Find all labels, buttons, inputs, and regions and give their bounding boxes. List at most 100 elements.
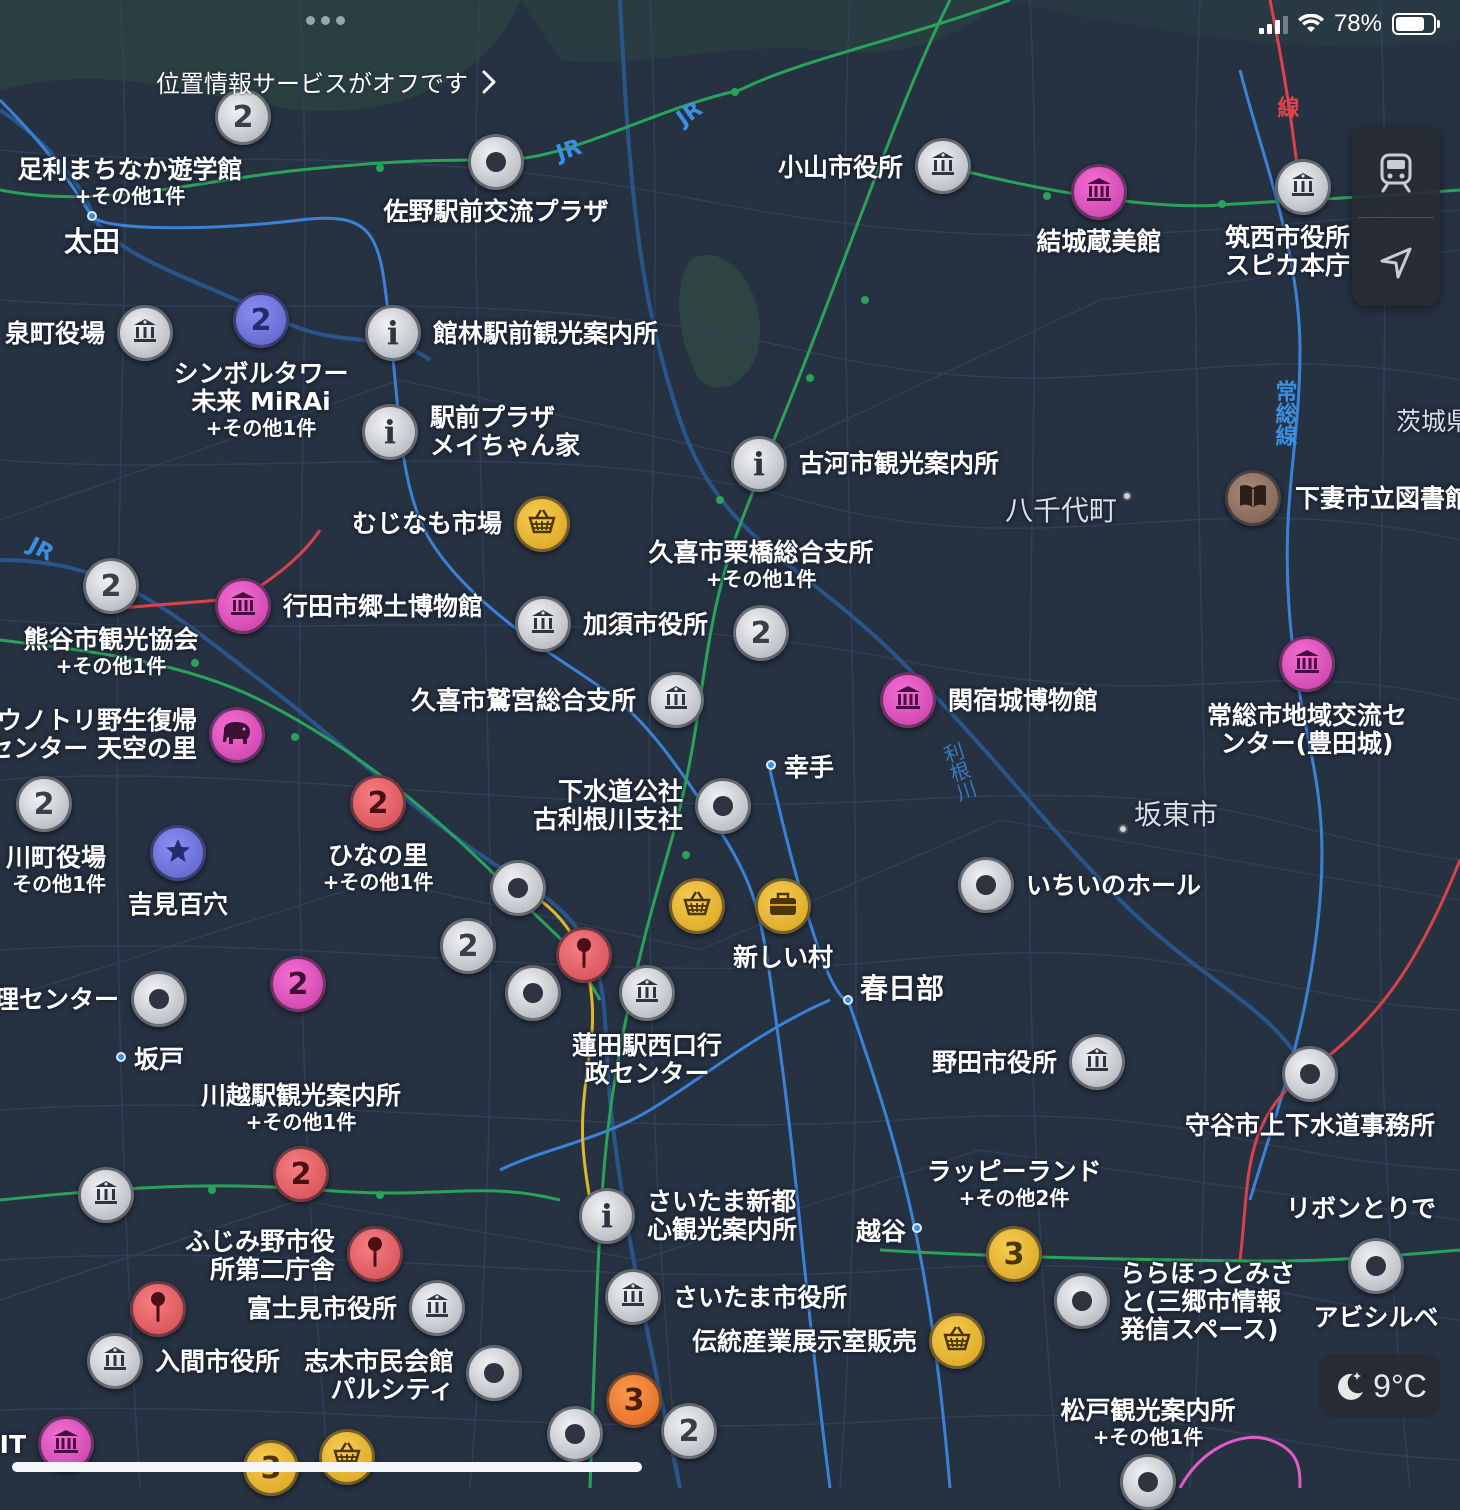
poi-label[interactable]: 久喜市栗橋総合支所 +その他1件 (648, 539, 873, 592)
poi-cluster[interactable]: 2 (83, 558, 139, 614)
poi-marker[interactable] (87, 1333, 143, 1389)
poi-label[interactable]: 行田市郷土博物館 (283, 593, 483, 621)
poi-label[interactable]: 熊谷市観光協会 +その他1件 (23, 626, 198, 679)
poi-marker[interactable] (1275, 159, 1331, 215)
poi-label[interactable]: ひなの里 +その他1件 (323, 842, 434, 895)
multitask-dots[interactable] (306, 16, 345, 25)
poi-label[interactable]: 加須市役所 (583, 611, 708, 639)
poi-cluster[interactable]: 3 (986, 1226, 1042, 1282)
poi-label[interactable]: 常総市地域交流セ ンター(豊田城) (1207, 702, 1407, 758)
poi-label[interactable]: IT (0, 1431, 26, 1459)
poi-label[interactable]: さいたま新都 心観光案内所 (647, 1188, 797, 1244)
poi-label[interactable]: 新しい村 (733, 944, 833, 972)
poi-marker[interactable] (695, 778, 751, 834)
poi-label[interactable]: 吉見百穴 (128, 891, 228, 919)
poi-label[interactable]: 川町役場 その他1件 (6, 844, 106, 897)
poi-cluster[interactable]: 2 (233, 292, 289, 348)
poi-label[interactable]: シンボルタワー 未来 MiRAi +その他1件 (173, 360, 348, 441)
poi-marker[interactable] (929, 1313, 985, 1369)
poi-marker[interactable] (468, 134, 524, 190)
poi-marker[interactable] (130, 1281, 186, 1337)
transit-mode-button[interactable] (1352, 128, 1440, 217)
poi-marker[interactable] (409, 1280, 465, 1336)
poi-marker[interactable] (915, 138, 971, 194)
poi-label[interactable]: 志木市民会館 パルシティ (304, 1348, 454, 1404)
poi-label[interactable]: 野田市役所 (932, 1049, 1057, 1077)
poi-marker[interactable] (215, 578, 271, 634)
poi-marker[interactable] (669, 878, 725, 934)
weather-widget[interactable]: 9°C (1318, 1354, 1440, 1418)
location-services-banner[interactable]: 位置情報サービスがオフです (156, 64, 496, 99)
poi-label[interactable]: むじなも市場 (352, 510, 502, 538)
poi-label[interactable]: 小山市役所 (778, 154, 903, 182)
poi-marker[interactable] (150, 825, 206, 881)
poi-label[interactable]: 伝統産業展示室販売 (692, 1328, 917, 1356)
poi-label[interactable]: 蓮田駅西口行 政センター (572, 1032, 722, 1088)
poi-label[interactable]: 館林駅前観光案内所 (433, 320, 658, 348)
poi-cluster[interactable]: 2 (273, 1146, 329, 1202)
poi-marker[interactable] (648, 672, 704, 728)
poi-label[interactable]: ふじみ野市役 所第二庁舎 (185, 1228, 335, 1284)
poi-marker[interactable] (1282, 1046, 1338, 1102)
poi-cluster[interactable]: 2 (270, 956, 326, 1012)
poi-label[interactable]: さいたま市役所 (673, 1284, 847, 1312)
poi-cluster[interactable]: 2 (350, 775, 406, 831)
poi-label[interactable]: 松戸観光案内所 +その他1件 (1060, 1397, 1235, 1450)
poi-label[interactable]: 結城蔵美館 (1036, 228, 1161, 256)
poi-marker[interactable] (958, 857, 1014, 913)
poi-label[interactable]: 守谷市上下水道事務所 (1185, 1112, 1435, 1140)
poi-label[interactable]: 関宿城博物館 (948, 687, 1098, 715)
poi-marker[interactable] (1348, 1238, 1404, 1294)
poi-marker[interactable] (619, 965, 675, 1021)
poi-marker[interactable] (1120, 1454, 1176, 1510)
poi-marker[interactable] (131, 971, 187, 1027)
poi-label[interactable]: 足利まちなか遊学館 +その他1件 (17, 156, 242, 209)
poi-label[interactable]: ウノトリ野生復帰 センター 天空の里 (0, 707, 197, 763)
poi-marker[interactable] (1279, 636, 1335, 692)
poi-marker[interactable] (514, 496, 570, 552)
poi-label[interactable]: 筑西市役所 スピカ本庁 (1225, 224, 1350, 280)
poi-label[interactable]: 理センター (0, 986, 119, 1014)
poi-label[interactable]: 久喜市鷲宮総合支所 (411, 687, 636, 715)
poi-label[interactable]: 下水道公社 古利根川支社 (533, 778, 683, 834)
poi-marker[interactable] (556, 927, 612, 983)
poi-label[interactable]: 泉町役場 (5, 320, 105, 348)
poi-marker[interactable] (490, 860, 546, 916)
poi-marker[interactable] (547, 1406, 603, 1462)
poi-label[interactable]: ららほっとみさ と(三郷市情報 発信スペース) (1120, 1260, 1295, 1344)
poi-marker[interactable] (117, 305, 173, 361)
poi-marker[interactable] (1069, 1034, 1125, 1090)
poi-label[interactable]: リボンとりで (1286, 1195, 1436, 1223)
poi-cluster[interactable]: 2 (16, 776, 72, 832)
poi-marker[interactable]: i (362, 404, 418, 460)
poi-marker[interactable] (880, 672, 936, 728)
poi-marker[interactable] (209, 707, 265, 763)
poi-marker[interactable] (1225, 470, 1281, 526)
poi-label[interactable]: ラッピーランド +その他2件 (926, 1158, 1101, 1211)
poi-cluster[interactable]: 2 (440, 918, 496, 974)
poi-marker[interactable] (755, 878, 811, 934)
poi-marker[interactable] (605, 1269, 661, 1325)
poi-marker[interactable] (1054, 1273, 1110, 1329)
home-indicator[interactable] (12, 1462, 642, 1472)
poi-marker[interactable] (347, 1226, 403, 1282)
poi-marker[interactable] (505, 965, 561, 1021)
locate-me-button[interactable] (1352, 218, 1440, 307)
poi-marker[interactable]: i (579, 1188, 635, 1244)
poi-cluster[interactable]: 2 (733, 605, 789, 661)
poi-label[interactable]: いちいのホール (1026, 872, 1201, 900)
poi-label[interactable]: 佐野駅前交流プラザ (383, 198, 608, 226)
poi-marker[interactable] (1071, 164, 1127, 220)
poi-marker[interactable]: i (365, 305, 421, 361)
poi-marker[interactable] (466, 1345, 522, 1401)
poi-label[interactable]: 駅前プラザ メイちゃん家 (430, 404, 580, 460)
poi-label[interactable]: 古河市観光案内所 (799, 450, 999, 478)
poi-cluster[interactable]: 3 (606, 1372, 662, 1428)
poi-label[interactable]: 下妻市立図書館 (1295, 485, 1460, 513)
poi-label[interactable]: 入間市役所 (155, 1348, 280, 1376)
poi-marker[interactable] (78, 1167, 134, 1223)
poi-marker[interactable] (515, 596, 571, 652)
poi-label[interactable]: アビシルベ (1313, 1304, 1438, 1332)
poi-marker[interactable] (319, 1429, 375, 1485)
poi-marker[interactable]: i (731, 436, 787, 492)
